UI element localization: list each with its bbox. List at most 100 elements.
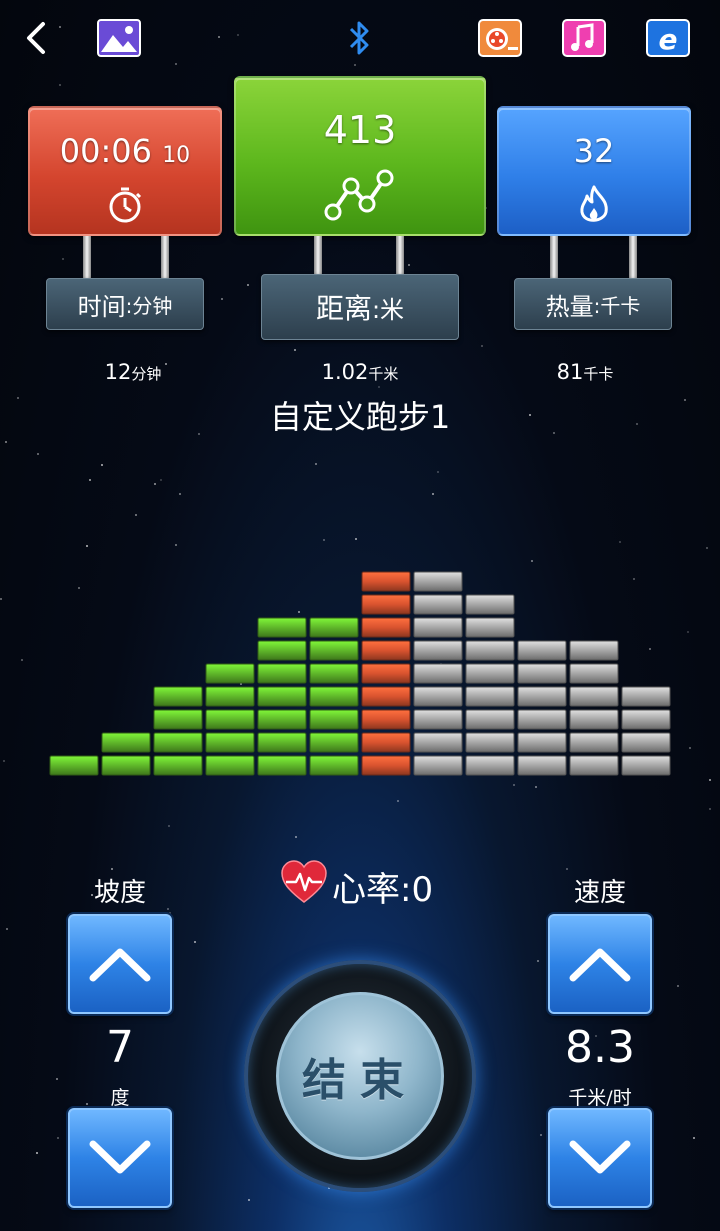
incline-value: 7: [106, 1022, 134, 1073]
bar-brick: [361, 617, 411, 638]
bar-brick: [361, 594, 411, 615]
bar-brick: [465, 594, 515, 615]
bar-brick: [257, 640, 307, 661]
bar-brick: [257, 663, 307, 684]
bar-brick: [309, 732, 359, 753]
bar-brick: [413, 686, 463, 707]
svg-text:e: e: [659, 23, 678, 56]
bar-brick: [517, 663, 567, 684]
bar-10: [517, 640, 567, 776]
bar-brick: [361, 755, 411, 776]
flame-icon: [576, 184, 612, 230]
bar-brick: [413, 755, 463, 776]
heart-icon: [280, 859, 328, 913]
incline-unit: 度: [110, 1087, 130, 1109]
bar-brick: [413, 594, 463, 615]
time-target: 12分钟: [104, 360, 162, 384]
calorie-target: 81千卡: [556, 360, 614, 384]
bar-brick: [621, 709, 671, 730]
top-bar: e: [0, 0, 720, 80]
bar-brick: [205, 709, 255, 730]
bar-5: [257, 617, 307, 776]
bar-brick: [257, 686, 307, 707]
incline-up-button[interactable]: [68, 914, 172, 1014]
bar-brick: [361, 686, 411, 707]
stopwatch-icon: [107, 186, 143, 228]
speed-down-button[interactable]: [548, 1108, 652, 1208]
bar-brick: [257, 732, 307, 753]
calorie-value: 32: [573, 132, 615, 170]
bar-brick: [205, 755, 255, 776]
bar-6: [309, 617, 359, 776]
gallery-icon[interactable]: [97, 18, 141, 58]
chevron-up-icon: [569, 948, 631, 982]
bar-brick: [205, 663, 255, 684]
time-value: 00:06 10: [59, 132, 191, 170]
bar-brick: [569, 732, 619, 753]
video-icon[interactable]: [478, 18, 522, 58]
bar-3: [153, 686, 203, 776]
bar-brick: [205, 732, 255, 753]
bar-brick: [517, 755, 567, 776]
bar-brick: [361, 732, 411, 753]
bar-brick: [309, 617, 359, 638]
speed-title: 速度: [573, 878, 626, 908]
end-button[interactable]: 结束: [276, 992, 444, 1160]
bluetooth-icon[interactable]: [338, 18, 382, 58]
bar-brick: [413, 617, 463, 638]
heart-rate: 心率:0: [280, 859, 434, 913]
incline-down-button[interactable]: [68, 1108, 172, 1208]
time-label: 时间:分钟: [46, 278, 204, 330]
bar-brick: [517, 732, 567, 753]
bar-brick: [153, 732, 203, 753]
bar-brick: [205, 686, 255, 707]
bar-brick: [621, 686, 671, 707]
bar-brick: [257, 755, 307, 776]
bar-brick: [309, 663, 359, 684]
bar-brick: [257, 617, 307, 638]
bar-brick: [361, 571, 411, 592]
bar-brick: [309, 709, 359, 730]
time-panel: 00:06 10: [28, 106, 222, 236]
calorie-label: 热量:千卡: [514, 278, 672, 330]
bar-4: [205, 663, 255, 776]
bar-brick: [153, 755, 203, 776]
bar-brick: [361, 640, 411, 661]
bar-brick: [413, 732, 463, 753]
browser-icon[interactable]: e: [646, 18, 690, 58]
bar-brick: [465, 732, 515, 753]
incline-title: 坡度: [93, 878, 146, 908]
bar-brick: [517, 709, 567, 730]
bar-brick: [257, 709, 307, 730]
bar-brick: [569, 755, 619, 776]
bar-brick: [465, 663, 515, 684]
route-icon: [323, 168, 397, 226]
bar-brick: [153, 709, 203, 730]
speed-up-button[interactable]: [548, 914, 652, 1014]
bar-brick: [413, 663, 463, 684]
bar-8: [413, 571, 463, 776]
bar-brick: [465, 709, 515, 730]
program-bar-chart: [49, 571, 671, 776]
bar-1: [49, 755, 99, 776]
bar-brick: [361, 663, 411, 684]
bar-brick: [413, 709, 463, 730]
music-icon[interactable]: [562, 18, 606, 58]
bar-brick: [361, 709, 411, 730]
chevron-down-icon: [569, 1140, 631, 1174]
bar-12: [621, 686, 671, 776]
bar-brick: [569, 640, 619, 661]
bar-brick: [101, 732, 151, 753]
bar-brick: [517, 686, 567, 707]
bar-brick: [621, 755, 671, 776]
speed-unit: 千米/时: [568, 1087, 632, 1109]
bar-brick: [309, 686, 359, 707]
back-icon[interactable]: [14, 18, 58, 58]
bar-brick: [309, 755, 359, 776]
bar-brick: [465, 617, 515, 638]
chevron-down-icon: [89, 1140, 151, 1174]
heart-rate-label: 心率:0: [332, 869, 434, 910]
distance-label: 距离:米: [261, 274, 459, 340]
distance-target: 1.02千米: [321, 360, 399, 384]
bar-brick: [309, 640, 359, 661]
